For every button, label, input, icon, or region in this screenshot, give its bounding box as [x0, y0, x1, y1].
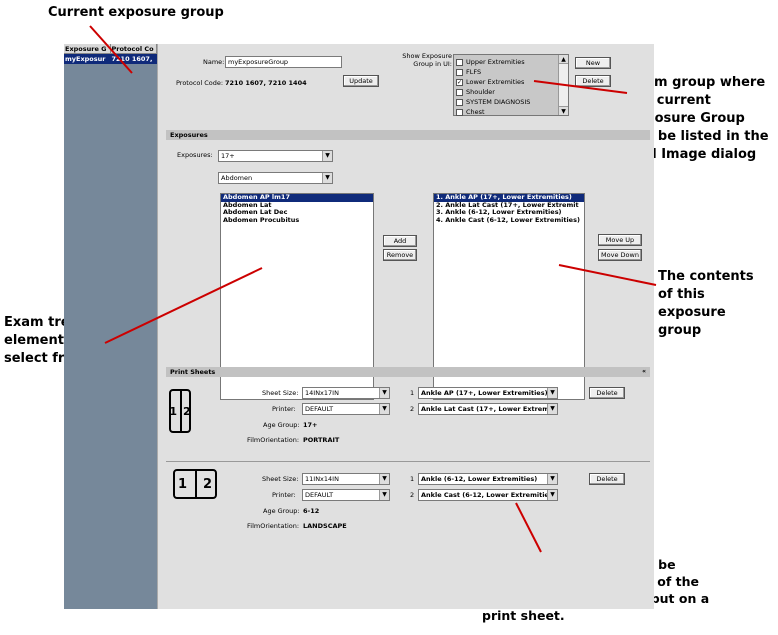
annotation-lines: [89, 25, 657, 553]
annotation-pointer-line: [533, 80, 628, 94]
annotation-pointer-line: [515, 502, 542, 553]
annotation-pointer-line: [558, 264, 657, 286]
annotation-pointer-line: [104, 267, 263, 344]
annotation-pointer-line: [89, 25, 133, 74]
